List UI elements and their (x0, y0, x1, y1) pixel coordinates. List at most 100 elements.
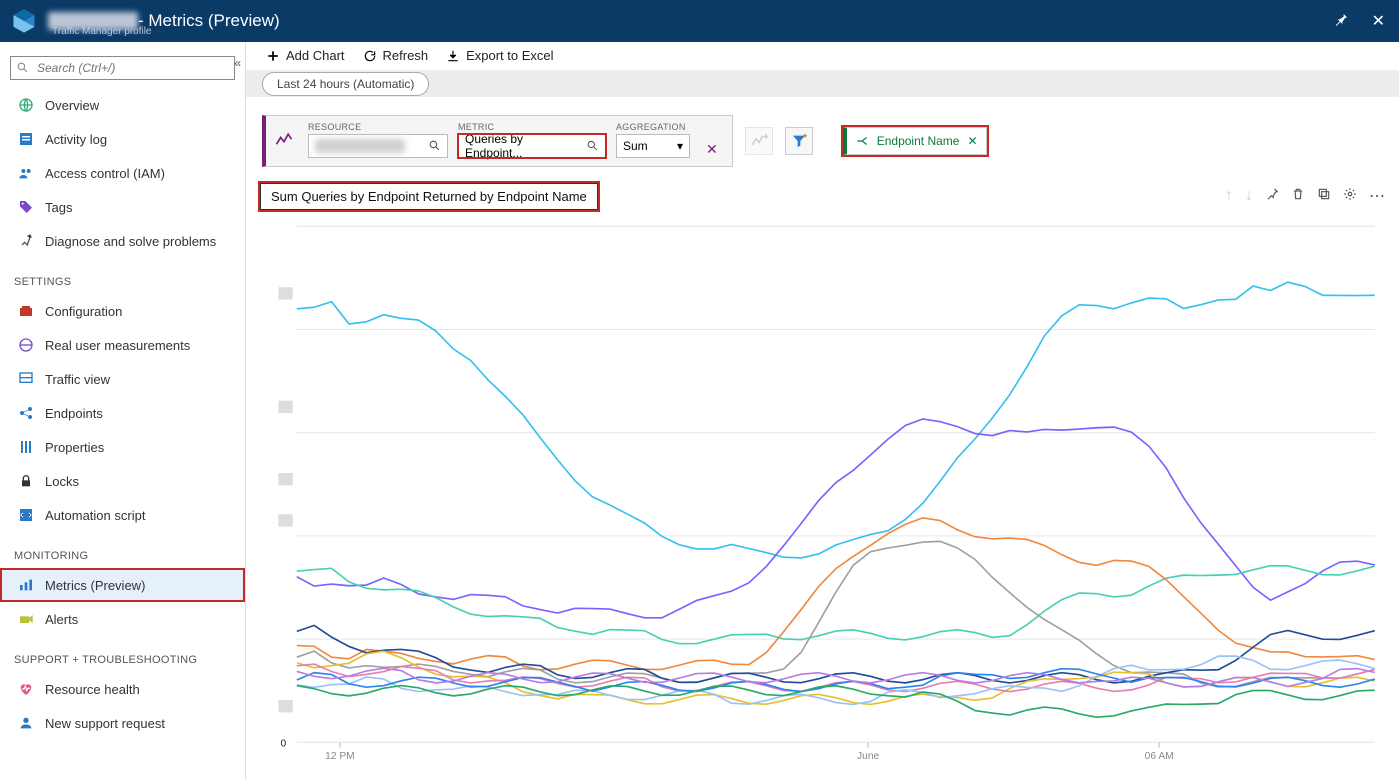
search-icon (16, 61, 29, 74)
sidebar-item-configuration[interactable]: Configuration (0, 294, 245, 328)
search-icon (428, 139, 441, 152)
move-up-icon[interactable]: ↑ (1225, 187, 1233, 205)
export-label: Export to Excel (466, 48, 553, 63)
svg-text:06 AM: 06 AM (1145, 751, 1174, 762)
metric-selector-group: RESOURCE METRIC Queries by Endpoint... A… (262, 115, 733, 167)
resource-picker[interactable] (308, 134, 448, 158)
settings-chart-icon[interactable] (1343, 187, 1357, 206)
sidebar-item-label: Tags (45, 200, 72, 215)
svg-text:June: June (857, 751, 879, 762)
alerts-icon (17, 610, 35, 628)
resource-label: RESOURCE (308, 122, 448, 132)
metric-label: METRIC (458, 122, 606, 132)
refresh-label: Refresh (383, 48, 429, 63)
aggregation-label: AGGREGATION (616, 122, 690, 132)
sidebar-item-metrics-preview-[interactable]: Metrics (Preview) (0, 568, 245, 602)
svg-text:0: 0 (280, 738, 286, 749)
sidebar-item-automation-script[interactable]: Automation script (0, 498, 245, 532)
add-chart-button[interactable]: Add Chart (266, 48, 345, 63)
support-icon (17, 714, 35, 732)
sidebar-item-label: New support request (45, 716, 165, 731)
sidebar-item-real-user-measurements[interactable]: Real user measurements (0, 328, 245, 362)
chart-title[interactable]: Sum Queries by Endpoint Returned by Endp… (260, 183, 598, 210)
plus-line-icon (750, 132, 768, 150)
sidebar-item-endpoints[interactable]: Endpoints (0, 396, 245, 430)
delete-chart-icon[interactable] (1291, 187, 1305, 206)
props-icon (17, 438, 35, 456)
sidebar-item-overview[interactable]: Overview (0, 88, 245, 122)
metrics-icon (17, 576, 35, 594)
add-filter-button[interactable] (785, 127, 813, 155)
export-button[interactable]: Export to Excel (446, 48, 553, 63)
close-icon[interactable]: ✕ (1372, 11, 1385, 31)
sidebar-item-access-control-iam-[interactable]: Access control (IAM) (0, 156, 245, 190)
sidebar-item-label: Overview (45, 98, 99, 113)
resource-value-blurred (315, 139, 405, 153)
clone-chart-icon[interactable] (1317, 187, 1331, 206)
sidebar-item-alerts[interactable]: Alerts (0, 602, 245, 636)
sidebar-item-label: Endpoints (45, 406, 103, 421)
chart-actions: ↑ ↓ ⋯ (1225, 186, 1385, 206)
sidebar-item-traffic-view[interactable]: Traffic view (0, 362, 245, 396)
refresh-button[interactable]: Refresh (363, 48, 429, 63)
section-support: SUPPORT + TROUBLESHOOTING (0, 636, 245, 672)
add-metric-button[interactable] (745, 127, 773, 155)
sidebar-item-label: Metrics (Preview) (45, 578, 145, 593)
sidebar-item-label: Real user measurements (45, 338, 190, 353)
time-range-pill[interactable]: Last 24 hours (Automatic) (262, 72, 429, 96)
main-content: Add Chart Refresh Export to Excel Last 2… (246, 42, 1399, 779)
pin-icon[interactable] (1333, 12, 1359, 33)
section-settings: SETTINGS (0, 258, 245, 294)
split-dimension-label: Endpoint Name (877, 134, 960, 148)
toolbar: Add Chart Refresh Export to Excel (246, 42, 1399, 71)
split-dimension-tag[interactable]: Endpoint Name ✕ (843, 127, 987, 155)
remove-split-icon[interactable]: ✕ (967, 134, 977, 148)
sidebar-item-properties[interactable]: Properties (0, 430, 245, 464)
metric-value: Queries by Endpoint... (465, 132, 580, 160)
split-icon (855, 134, 869, 148)
plus-icon (266, 49, 280, 63)
sidebar-item-label: Configuration (45, 304, 122, 319)
sidebar-item-activity-log[interactable]: Activity log (0, 122, 245, 156)
sidebar-item-label: Alerts (45, 612, 78, 627)
health-icon (17, 680, 35, 698)
sidebar-item-resource-health[interactable]: Resource health (0, 672, 245, 706)
metric-picker[interactable]: Queries by Endpoint... (458, 134, 606, 158)
line-chart-icon (274, 130, 294, 150)
sidebar-item-label: Properties (45, 440, 104, 455)
sidebar-item-diagnose-and-solve-problems[interactable]: Diagnose and solve problems (0, 224, 245, 258)
tag-icon (17, 198, 35, 216)
sidebar-search[interactable] (10, 56, 235, 80)
page-subtitle: Traffic Manager profile (52, 26, 152, 37)
remove-metric-icon[interactable]: ✕ (700, 141, 724, 158)
more-chart-icon[interactable]: ⋯ (1369, 186, 1385, 206)
time-range-row: Last 24 hours (Automatic) (246, 71, 1399, 97)
sidebar-item-tags[interactable]: Tags (0, 190, 245, 224)
refresh-icon (363, 49, 377, 63)
sidebar-item-locks[interactable]: Locks (0, 464, 245, 498)
chevron-down-icon: ▾ (677, 139, 683, 153)
sidebar-item-label: Diagnose and solve problems (45, 234, 216, 249)
svg-text:12 PM: 12 PM (325, 751, 355, 762)
search-icon (586, 139, 599, 152)
aggregation-picker[interactable]: Sum ▾ (616, 134, 690, 158)
sidebar-item-label: Traffic view (45, 372, 110, 387)
aggregation-value: Sum (623, 139, 648, 153)
sidebar-item-label: Resource health (45, 682, 140, 697)
pin-chart-icon[interactable] (1265, 187, 1279, 206)
sidebar-item-label: Activity log (45, 132, 107, 147)
iam-icon (17, 164, 35, 182)
chart-canvas[interactable]: 0 12 PM June 06 AM (260, 216, 1385, 773)
sidebar-item-new-support-request[interactable]: New support request (0, 706, 245, 740)
download-icon (446, 49, 460, 63)
move-down-icon[interactable]: ↓ (1245, 187, 1253, 205)
sidebar-item-label: Locks (45, 474, 79, 489)
config-icon (17, 302, 35, 320)
endpoints-icon (17, 404, 35, 422)
collapse-icon[interactable]: « (234, 56, 241, 70)
cube-icon (10, 7, 38, 35)
sidebar-item-label: Access control (IAM) (45, 166, 165, 181)
lock-icon (17, 472, 35, 490)
search-input[interactable] (10, 56, 235, 80)
page-title: - Metrics (Preview) (138, 11, 280, 31)
